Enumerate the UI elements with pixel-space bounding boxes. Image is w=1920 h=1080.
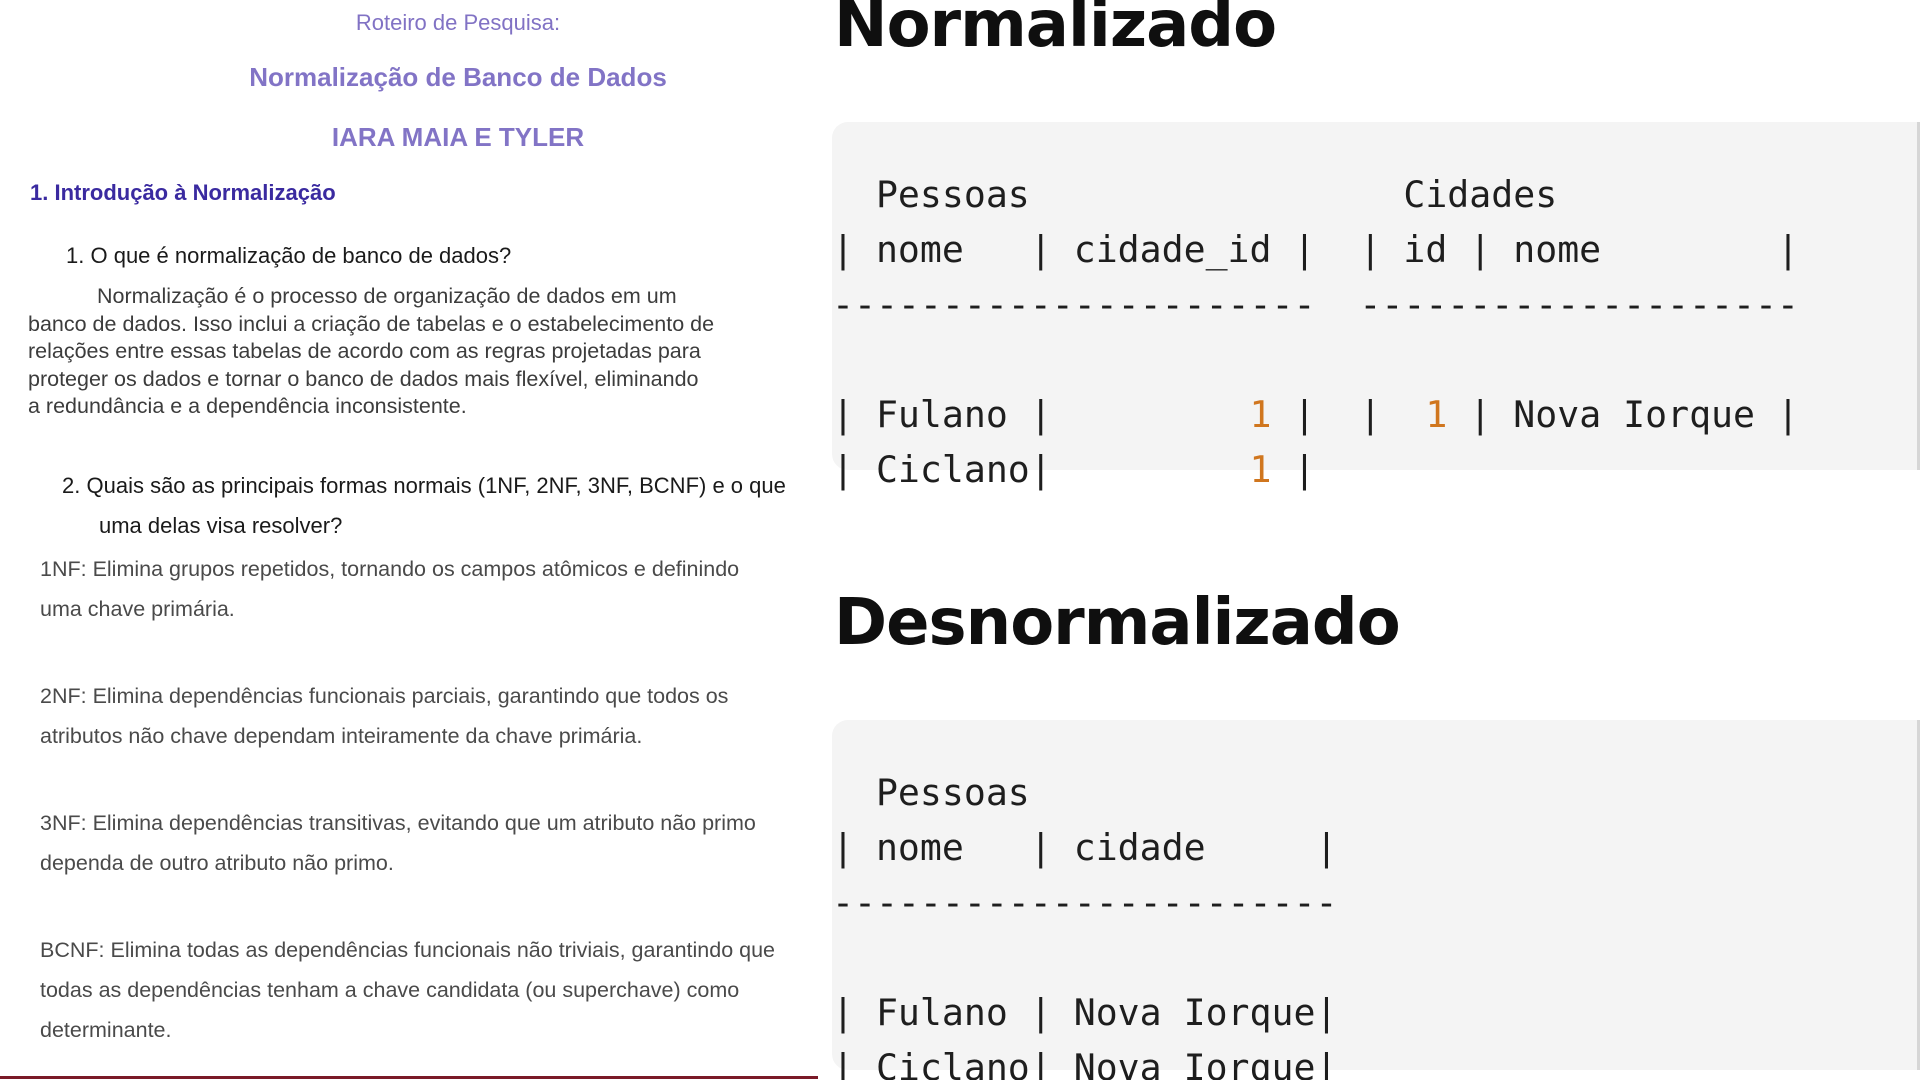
nf3-line: 3NF: Elimina dependências transitivas, e… bbox=[40, 811, 756, 835]
pessoas-title: Pessoas bbox=[875, 771, 1030, 814]
section-heading: 1. Introdução à Normalização bbox=[30, 180, 336, 205]
bcnf-line: todas as dependências tenham a chave can… bbox=[40, 978, 740, 1002]
column-header: nome bbox=[1513, 228, 1777, 271]
column-header: cidade bbox=[1073, 826, 1316, 869]
question-2-continuation: uma delas visa resolver? bbox=[99, 513, 343, 538]
answer-1-line: Normalização é o processo de organização… bbox=[97, 284, 677, 308]
cell-nome: Fulano bbox=[875, 393, 1030, 436]
bcnf-line: determinante. bbox=[40, 1018, 172, 1042]
nf3-paragraph: 3NF: Elimina dependências transitivas, e… bbox=[40, 803, 818, 883]
document-title: Normalização de Banco de Dados bbox=[249, 62, 667, 92]
column-header: nome bbox=[875, 228, 1030, 271]
bcnf-line: BCNF: Elimina todas as dependências func… bbox=[40, 938, 776, 962]
question-1: 1. O que é normalização de banco de dado… bbox=[66, 236, 511, 276]
question-2-text: Quais são as principais formas normais (… bbox=[86, 473, 786, 498]
cell-cidade-nome: Nova Iorque bbox=[1513, 393, 1777, 436]
question-2-number: 2. bbox=[62, 473, 81, 498]
document-authors: IARA MAIA E TYLER bbox=[331, 122, 585, 152]
question-2: 2. Quais são as principais formas normai… bbox=[62, 466, 786, 506]
answer-1-line: banco de dados. Isso inclui a criação de… bbox=[28, 311, 715, 336]
cidades-title: Cidades bbox=[1403, 173, 1558, 216]
denormalized-heading: Desnormalizado bbox=[834, 586, 1401, 660]
nf2-paragraph: 2NF: Elimina dependências funcionais par… bbox=[40, 676, 818, 756]
normalized-heading: Normalizado bbox=[834, 0, 1277, 62]
normalized-tables: Pessoas Cidades | nome | cidade_id | | i… bbox=[832, 173, 1799, 491]
answer-1-line: a redundância e a dependência inconsiste… bbox=[28, 394, 467, 418]
nf2-line: atributos não chave dependam inteirament… bbox=[40, 724, 643, 748]
cell-id: 1 bbox=[1403, 393, 1448, 436]
denormalized-table: Pessoas | nome | cidade | --------------… bbox=[832, 765, 1337, 1080]
question-1-text: O que é normalização de banco de dados? bbox=[90, 243, 512, 268]
cell-nome: Ciclano bbox=[875, 448, 1030, 491]
document-kicker: Roteiro de Pesquisa: bbox=[355, 10, 561, 35]
nf2-line: 2NF: Elimina dependências funcionais par… bbox=[40, 684, 729, 708]
cell-cidade-id: 1 bbox=[1073, 448, 1272, 491]
pessoas-title: Pessoas bbox=[875, 173, 1030, 216]
cell-cidade: Nova Iorque bbox=[1073, 1046, 1316, 1080]
cell-cidade-id: 1 bbox=[1073, 393, 1272, 436]
answer-1: Normalização é o processo de organização… bbox=[28, 283, 788, 421]
nf1-line: 1NF: Elimina grupos repetidos, tornando … bbox=[40, 557, 740, 581]
denormalized-code-block: Pessoas | nome | cidade | --------------… bbox=[832, 720, 1920, 1080]
bottom-divider bbox=[0, 1076, 818, 1079]
answer-1-line: proteger os dados e tornar o banco de da… bbox=[28, 366, 699, 391]
column-header: id bbox=[1403, 228, 1470, 271]
nf1-paragraph: 1NF: Elimina grupos repetidos, tornando … bbox=[40, 549, 818, 629]
column-header: cidade_id bbox=[1073, 228, 1294, 271]
bcnf-paragraph: BCNF: Elimina todas as dependências func… bbox=[40, 930, 818, 1050]
normalized-code-block: Pessoas Cidades | nome | cidade_id | | i… bbox=[832, 122, 1920, 491]
examples-panel: Normalizado Pessoas Cidades | nome | cid… bbox=[818, 0, 1920, 1080]
nf1-line: uma chave primária. bbox=[40, 597, 235, 621]
answer-1-line: relações entre essas tabelas de acordo c… bbox=[28, 339, 701, 363]
nf3-line: dependa de outro atributo não primo. bbox=[40, 851, 394, 875]
cell-nome: Fulano bbox=[875, 991, 1030, 1034]
cell-nome: Ciclano bbox=[875, 1046, 1030, 1080]
question-1-number: 1. bbox=[66, 243, 85, 268]
cell-cidade: Nova Iorque bbox=[1073, 991, 1316, 1034]
research-document: Roteiro de Pesquisa: Normalização de Ban… bbox=[0, 0, 818, 1080]
column-header: nome bbox=[875, 826, 1030, 869]
screen: Roteiro de Pesquisa: Normalização de Ban… bbox=[0, 0, 1920, 1080]
